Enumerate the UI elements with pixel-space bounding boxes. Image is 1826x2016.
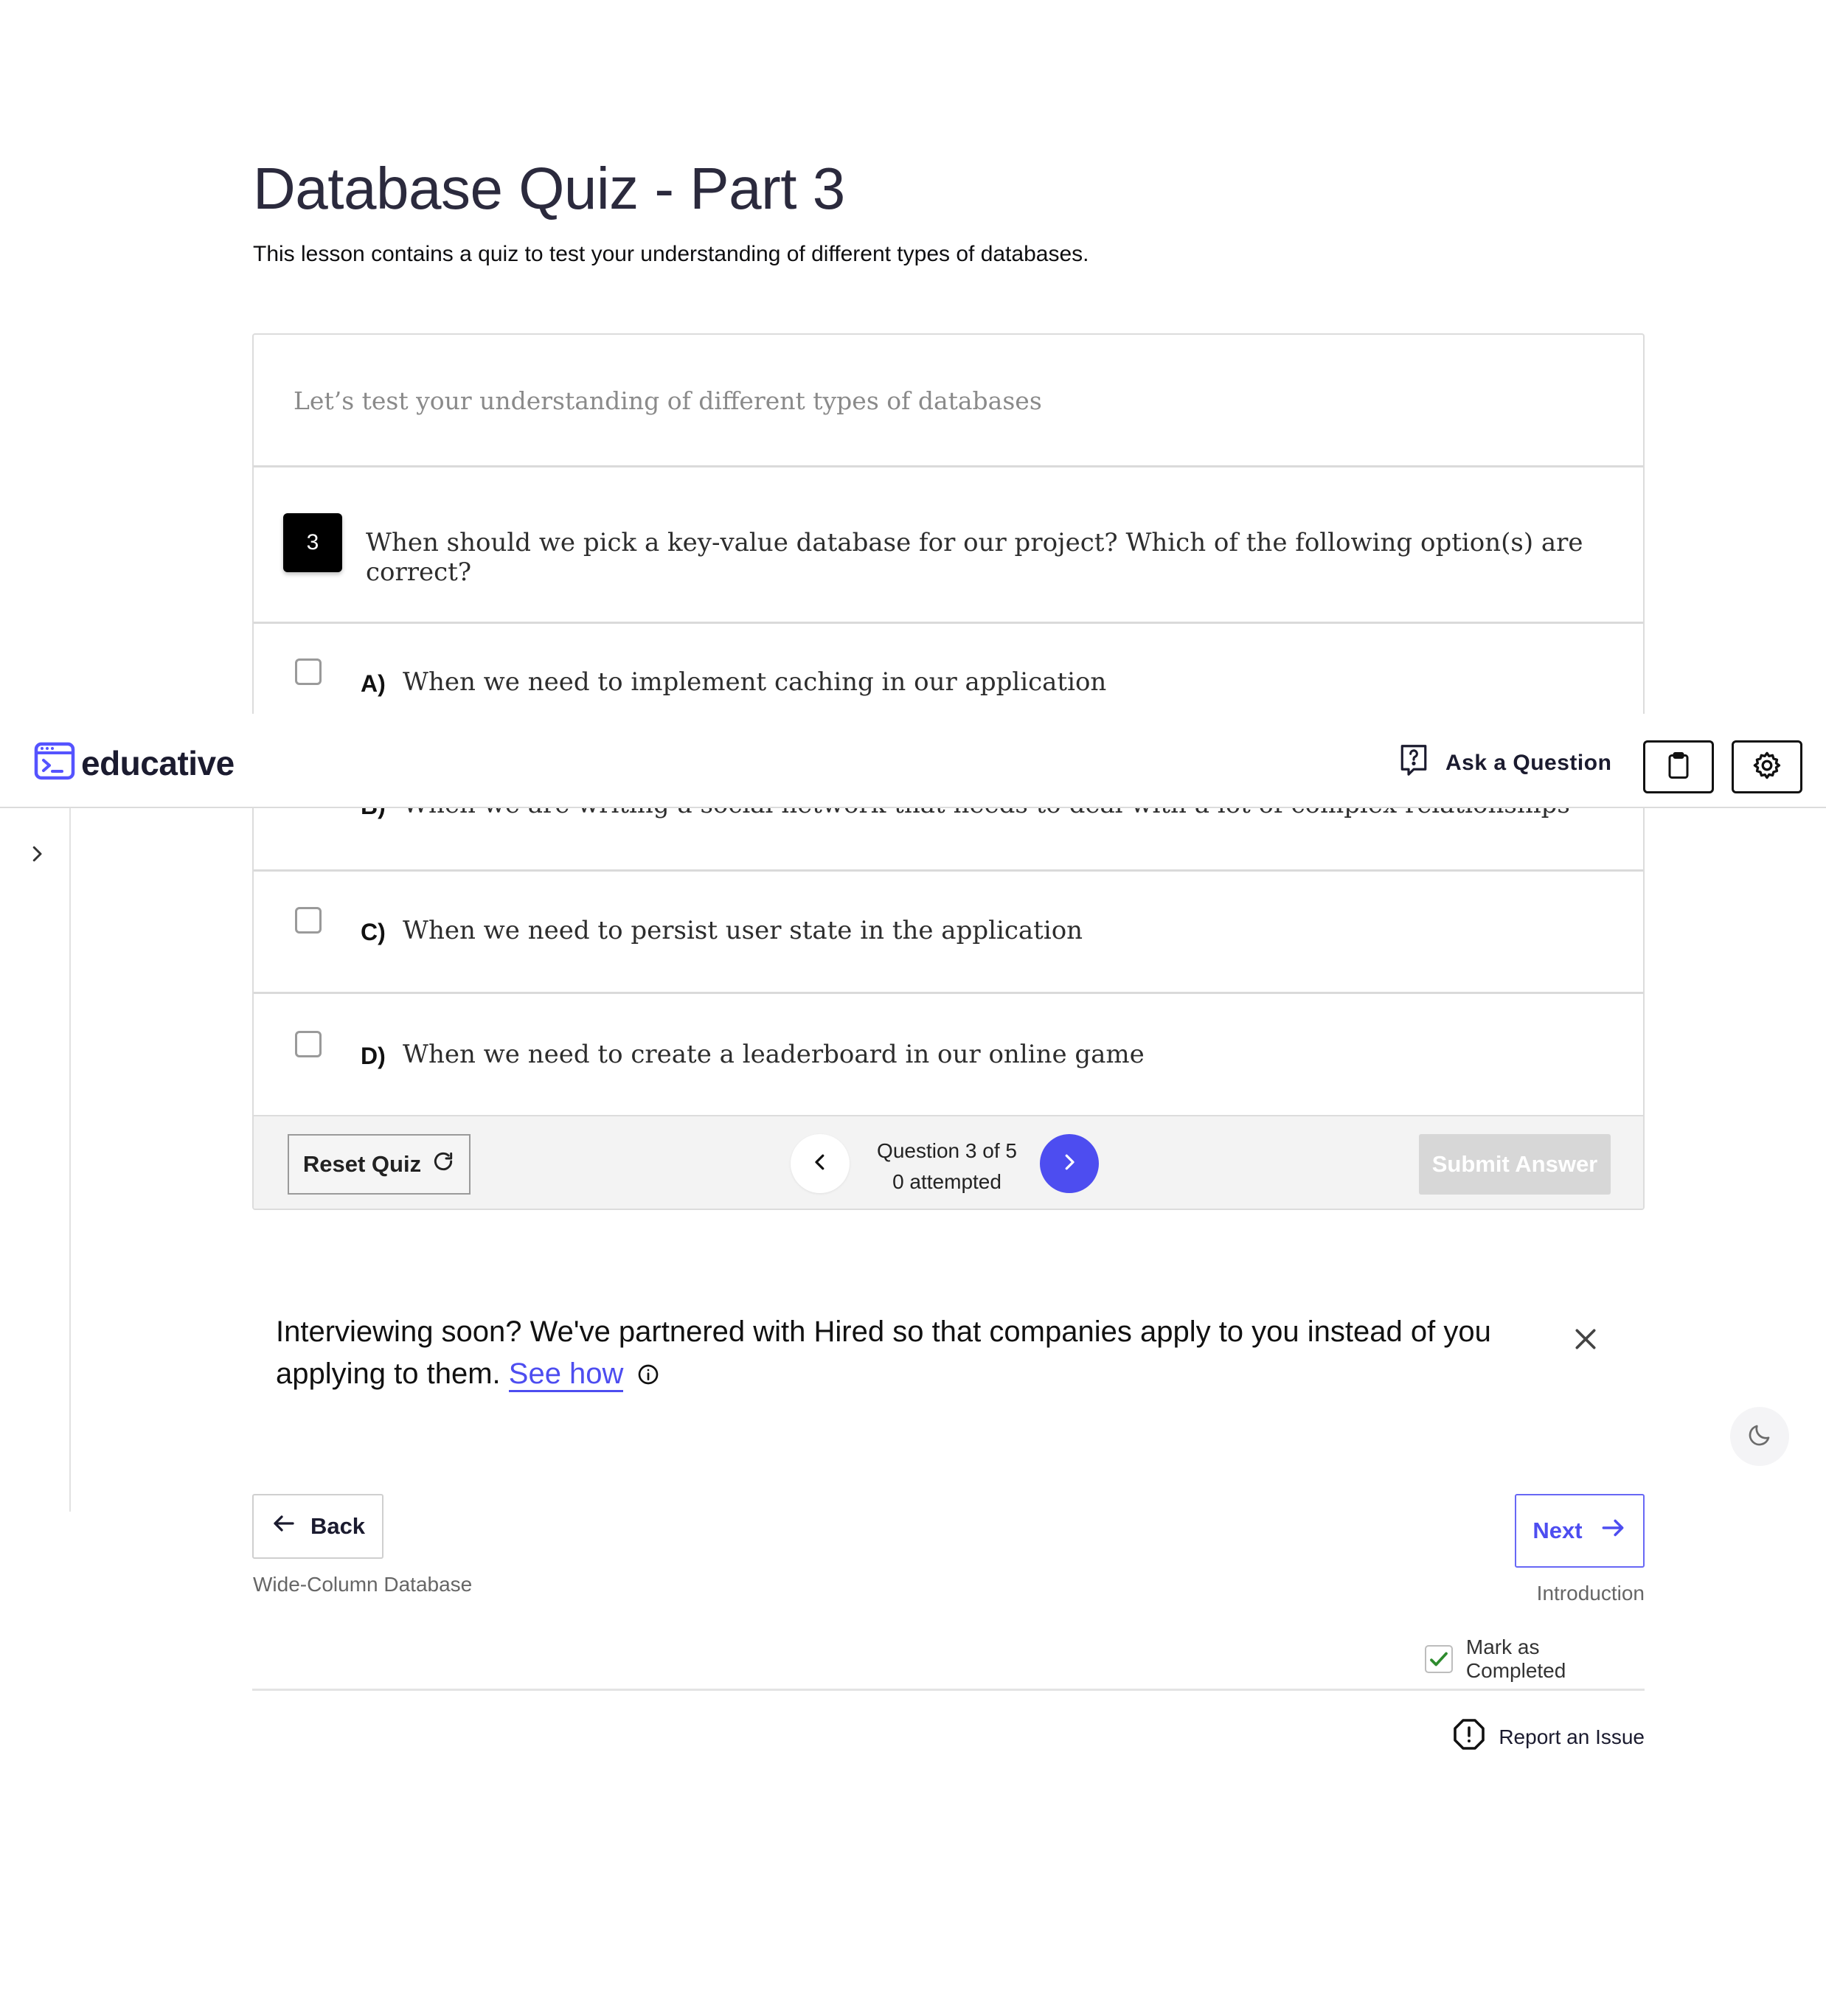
settings-button[interactable] <box>1732 740 1802 793</box>
option-d[interactable]: D) When we need to create a leaderboard … <box>254 994 1643 1115</box>
next-button[interactable]: Next <box>1515 1494 1645 1568</box>
question-bubble-icon <box>1398 743 1429 783</box>
next-lesson-title: Introduction <box>1536 1582 1645 1605</box>
option-d-text: When we need to create a leaderboard in … <box>403 1040 1145 1069</box>
previous-lesson-title: Wide-Column Database <box>253 1573 473 1596</box>
refresh-icon <box>431 1150 455 1179</box>
close-icon <box>1571 1329 1600 1357</box>
option-a-text: When we need to implement caching in our… <box>403 667 1107 697</box>
option-d-checkbox[interactable] <box>295 1031 322 1057</box>
option-c-letter: C) <box>361 919 386 945</box>
chevron-left-icon <box>809 1151 831 1177</box>
ask-question-button[interactable]: Ask a Question <box>1398 743 1611 783</box>
hired-banner-text: Interviewing soon? We've partnered with … <box>276 1315 1491 1390</box>
top-navigation-bar: educative Ask a Question <box>0 714 1826 808</box>
notes-button[interactable] <box>1643 740 1714 793</box>
close-banner-button[interactable] <box>1571 1324 1600 1354</box>
chevron-right-icon <box>26 843 48 869</box>
page-subtitle: This lesson contains a quiz to test your… <box>253 242 1089 266</box>
quiz-intro: Let’s test your understanding of differe… <box>254 335 1643 467</box>
checkmark-icon <box>1430 1652 1448 1666</box>
attempted-count-label: 0 attempted <box>892 1170 1001 1193</box>
footer-divider <box>252 1689 1645 1691</box>
question-progress-label: Question 3 of 5 <box>877 1139 1017 1162</box>
next-question-button[interactable] <box>1040 1134 1099 1193</box>
moon-icon <box>1746 1422 1773 1452</box>
option-a-letter: A) <box>361 670 386 697</box>
question-progress: Question 3 of 5 0 attempted <box>866 1136 1028 1198</box>
report-issue-button[interactable]: Report an Issue <box>1445 1717 1645 1757</box>
sidebar-divider <box>69 808 71 1512</box>
mark-completed-checkbox[interactable] <box>1425 1645 1453 1673</box>
educative-logo[interactable]: educative <box>34 740 235 785</box>
ask-question-label: Ask a Question <box>1445 751 1612 775</box>
chevron-right-icon <box>1058 1151 1080 1177</box>
arrow-right-icon <box>1599 1514 1627 1548</box>
option-d-letter: D) <box>361 1043 386 1069</box>
clipboard-icon <box>1665 751 1692 784</box>
option-c-checkbox[interactable] <box>295 907 322 934</box>
mark-completed-row[interactable]: Mark as Completed <box>1425 1636 1645 1683</box>
previous-question-button[interactable] <box>791 1134 850 1193</box>
sidebar-expand-button[interactable] <box>22 841 52 870</box>
logo-text: educative <box>81 743 235 782</box>
question-number-badge: 3 <box>283 513 342 572</box>
question-text: When should we pick a key-value database… <box>366 528 1583 587</box>
quiz-intro-text: Let’s test your understanding of differe… <box>294 386 1042 415</box>
gear-icon <box>1752 750 1782 785</box>
next-label: Next <box>1532 1518 1583 1543</box>
info-icon[interactable] <box>636 1356 660 1398</box>
option-c[interactable]: C) When we need to persist user state in… <box>254 872 1643 994</box>
dark-mode-toggle[interactable] <box>1730 1407 1789 1466</box>
arrow-left-icon <box>271 1510 297 1543</box>
question-row: 3 When should we pick a key-value databa… <box>254 469 1643 624</box>
reset-quiz-label: Reset Quiz <box>302 1151 422 1177</box>
see-how-link[interactable]: See how <box>508 1358 624 1392</box>
submit-answer-button[interactable]: Submit Answer <box>1419 1134 1611 1195</box>
mark-completed-label: Mark as Completed <box>1465 1636 1566 1682</box>
page-title: Database Quiz - Part 3 <box>253 156 845 221</box>
report-issue-label: Report an Issue <box>1499 1725 1645 1748</box>
reset-quiz-button[interactable]: Reset Quiz <box>288 1134 471 1195</box>
hired-banner: Interviewing soon? We've partnered with … <box>276 1311 1530 1398</box>
logo-icon <box>34 740 75 785</box>
option-c-text: When we need to persist user state in th… <box>403 916 1083 945</box>
back-label: Back <box>310 1513 366 1539</box>
quiz-footer: Reset Quiz Question 3 of 5 0 attempted S… <box>254 1115 1643 1209</box>
option-a-checkbox[interactable] <box>295 658 322 685</box>
back-button[interactable]: Back <box>252 1494 383 1559</box>
alert-octagon-icon <box>1451 1717 1487 1757</box>
